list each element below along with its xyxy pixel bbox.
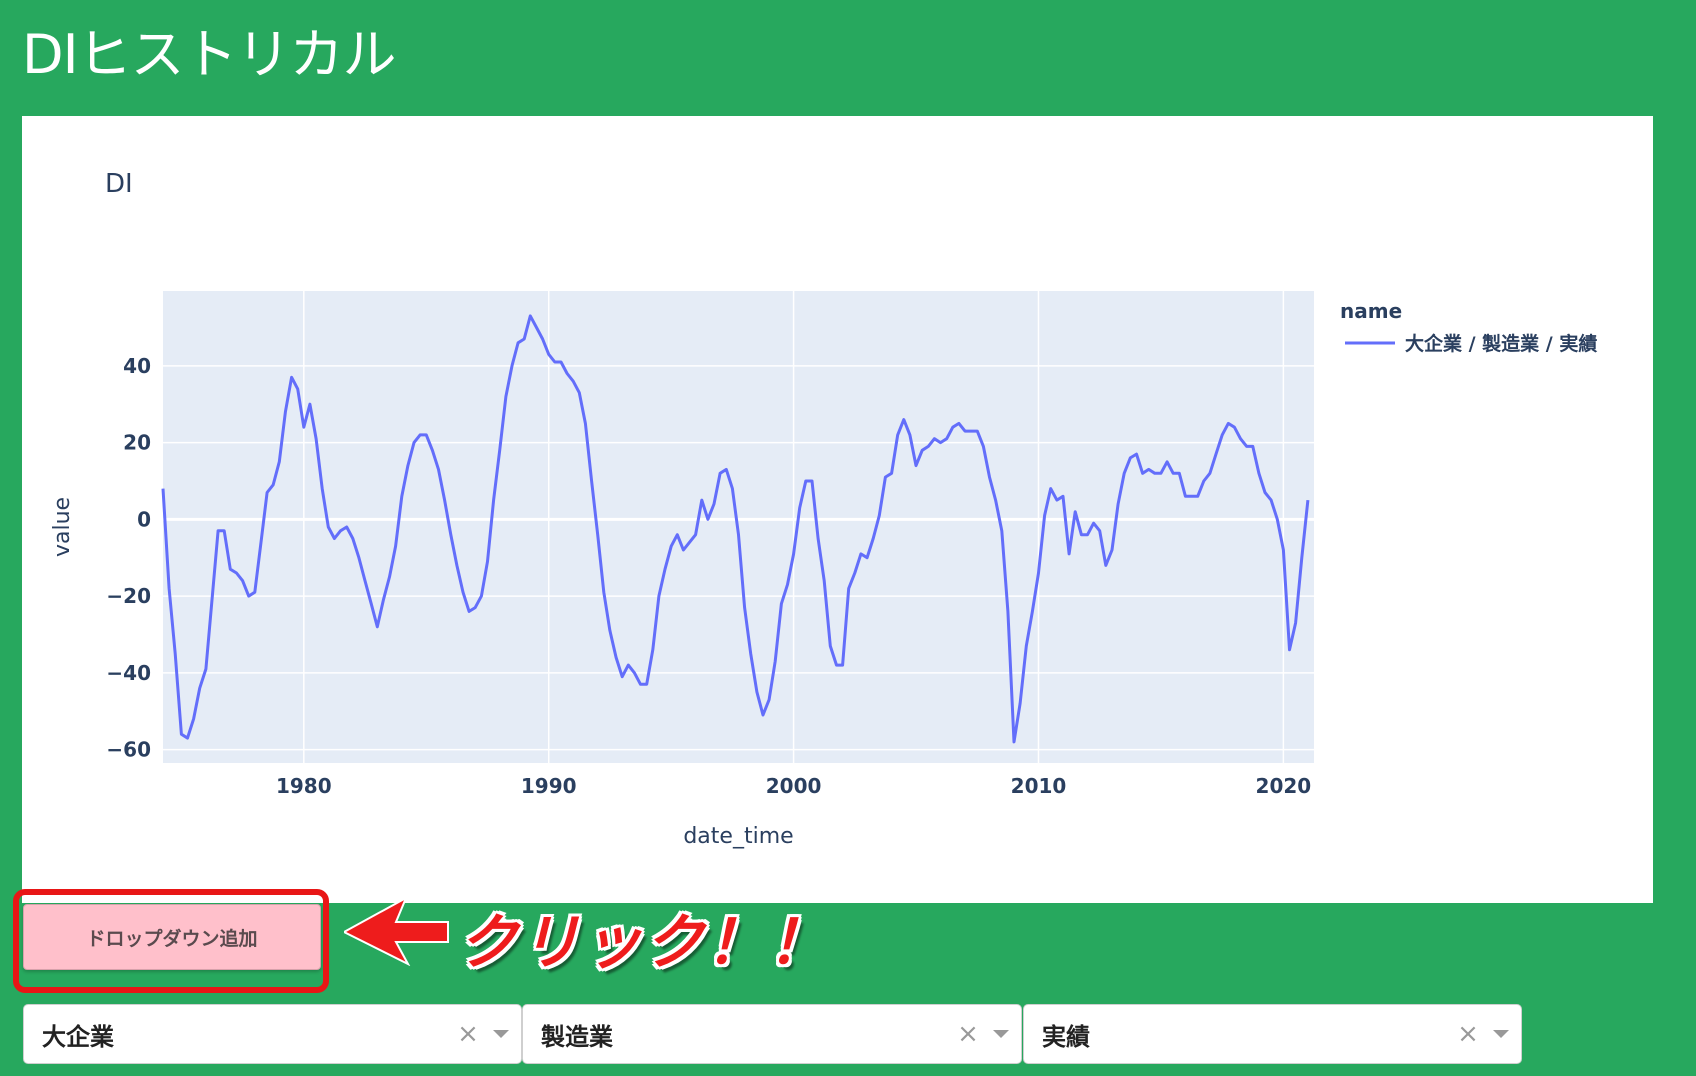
chart-panel: 1980 1990 2000 2010 2020 −60 −40 −20 0 20 40 DI date… [22,116,1653,903]
y-tick-label: 20 [123,431,151,455]
y-tick-label: −20 [106,584,151,608]
y-axis-title: value [50,497,75,557]
y-tick-label: 0 [137,507,151,531]
chevron-down-icon[interactable] [481,1030,521,1038]
pointer-arrow-icon [344,896,449,966]
chevron-down-icon[interactable] [981,1030,1021,1038]
x-axis-title: date_time [683,824,793,849]
dropdown-industry[interactable]: 製造業 × [522,1004,1022,1064]
x-tick-label: 1990 [521,774,577,798]
dropdown-value: 実績 [1042,1022,1090,1051]
clear-icon[interactable]: × [955,1019,981,1049]
dropdown-value: 大企業 [42,1022,114,1051]
legend-item-label: 大企業 / 製造業 / 実績 [1405,332,1597,355]
page-title: DIヒストリカル [22,23,397,86]
x-tick-label: 2000 [766,774,822,798]
x-tick-label: 1980 [276,774,332,798]
click-callout: クリック！！ [458,908,830,978]
x-tick-label: 2020 [1256,774,1312,798]
y-tick-label: −40 [106,661,151,685]
y-tick-label: 40 [123,354,151,378]
dropdown-data-type[interactable]: 実績 × [1023,1004,1522,1064]
clear-icon[interactable]: × [1455,1019,1481,1049]
legend-title: name [1340,299,1402,323]
line-chart: 1980 1990 2000 2010 2020 −60 −40 −20 0 20 40 DI date… [50,169,1597,849]
y-tick-label: −60 [106,738,151,762]
chevron-down-icon[interactable] [1481,1030,1521,1038]
x-tick-label: 2010 [1011,774,1067,798]
chart-title: DI [105,169,133,199]
dropdown-company-size[interactable]: 大企業 × [23,1004,522,1064]
add-dropdown-button[interactable]: ドロップダウン追加 [23,904,321,970]
dropdown-value: 製造業 [541,1022,613,1051]
clear-icon[interactable]: × [455,1019,481,1049]
